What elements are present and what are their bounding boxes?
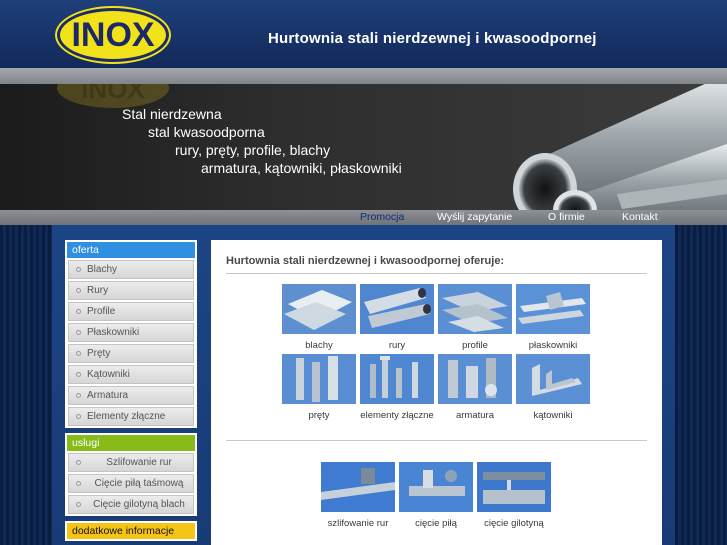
service-label: cięcie piłą bbox=[415, 518, 457, 529]
banner-line-1: Stal nierdzewna bbox=[122, 106, 222, 122]
product-label: blachy bbox=[305, 340, 333, 351]
site-title: Hurtownia stali nierdzewnej i kwasoodpor… bbox=[268, 30, 597, 47]
sidebar-uslugi-title: usługi bbox=[67, 435, 195, 451]
bullet-icon bbox=[76, 460, 81, 465]
top-navigation: Promocja Wyślij zapytanie O firmie Konta… bbox=[0, 210, 727, 225]
sidebar-oferta-title: oferta bbox=[67, 242, 195, 258]
service-ciecie-pila[interactable]: cięcie piłą bbox=[399, 462, 473, 529]
sidebar-item-label: Rury bbox=[87, 285, 109, 296]
main-content-panel: Hurtownia stali nierdzewnej i kwasoodpor… bbox=[211, 240, 662, 545]
sidebar-item-ciecie-gilotyna[interactable]: Cięcie gilotyną blach bbox=[68, 495, 194, 514]
sidebar-oferta-box: oferta Blachy Rury Profile Płaskowniki P… bbox=[65, 240, 197, 428]
divider bbox=[226, 440, 647, 441]
sidebar-item-prety[interactable]: Pręty bbox=[68, 344, 194, 363]
plaskowniki-image bbox=[516, 284, 590, 334]
header-divider-band bbox=[0, 68, 727, 84]
sidebar-item-label: Płaskowniki bbox=[87, 327, 140, 338]
product-label: rury bbox=[388, 340, 406, 351]
product-label: profile bbox=[462, 340, 488, 351]
inox-logo[interactable]: INOX bbox=[57, 8, 169, 62]
katowniki-image bbox=[516, 354, 590, 404]
sidebar-item-label: Kątowniki bbox=[87, 369, 130, 380]
elementy-zlaczne-image bbox=[360, 354, 434, 404]
service-label: cięcie gilotyną bbox=[484, 518, 544, 529]
bullet-icon bbox=[76, 309, 81, 314]
sidebar-item-blachy[interactable]: Blachy bbox=[68, 260, 194, 279]
ciecie-pila-image bbox=[399, 462, 473, 512]
product-label: płaskowniki bbox=[528, 340, 578, 351]
bullet-icon bbox=[76, 372, 81, 377]
sidebar-item-plaskowniki[interactable]: Płaskowniki bbox=[68, 323, 194, 342]
product-rury[interactable]: rury bbox=[360, 284, 434, 351]
divider bbox=[226, 273, 647, 274]
hero-banner: INOX Stal nierdzewna stal kwasoodporna r… bbox=[0, 84, 727, 210]
sidebar-extra-title[interactable]: dodatkowe informacje bbox=[67, 523, 195, 539]
service-label: szlifowanie rur bbox=[327, 518, 389, 529]
product-profile[interactable]: profile bbox=[438, 284, 512, 351]
szlifowanie-rur-image bbox=[321, 462, 395, 512]
nav-wyslij-zapytanie[interactable]: Wyślij zapytanie bbox=[437, 211, 512, 223]
bullet-icon bbox=[76, 414, 81, 419]
banner-line-3: rury, pręty, profile, blachy bbox=[175, 142, 331, 158]
sidebar-item-label: Elementy złączne bbox=[87, 411, 166, 422]
ciecie-gilotyna-image bbox=[477, 462, 551, 512]
sidebar-item-label: Cięcie gilotyną blach bbox=[93, 499, 185, 510]
rury-image bbox=[360, 284, 434, 334]
service-ciecie-gilotyna[interactable]: cięcie gilotyną bbox=[477, 462, 551, 529]
bullet-icon bbox=[76, 288, 81, 293]
sidebar-item-elementy-zlaczne[interactable]: Elementy złączne bbox=[68, 407, 194, 426]
sidebar-item-szlifowanie-rur[interactable]: Szlifowanie rur bbox=[68, 453, 194, 472]
main-heading: Hurtownia stali nierdzewnej i kwasoodpor… bbox=[226, 255, 505, 267]
bullet-icon bbox=[76, 481, 81, 486]
profile-image bbox=[438, 284, 512, 334]
sidebar-item-armatura[interactable]: Armatura bbox=[68, 386, 194, 405]
sidebar-item-label: Armatura bbox=[87, 390, 129, 401]
logo-reflection: INOX bbox=[57, 84, 169, 108]
sidebar-item-rury[interactable]: Rury bbox=[68, 281, 194, 300]
product-katowniki[interactable]: kątowniki bbox=[516, 354, 590, 421]
bullet-icon bbox=[76, 330, 81, 335]
sidebar-uslugi-box: usługi Szlifowanie rur Cięcie piłą taśmo… bbox=[65, 433, 197, 516]
nav-kontakt[interactable]: Kontakt bbox=[622, 211, 658, 223]
sidebar: oferta Blachy Rury Profile Płaskowniki P… bbox=[65, 240, 197, 545]
product-prety[interactable]: pręty bbox=[282, 354, 356, 421]
sidebar-item-label: Blachy bbox=[87, 264, 118, 275]
product-blachy[interactable]: blachy bbox=[282, 284, 356, 351]
prety-image bbox=[282, 354, 356, 404]
banner-line-2: stal kwasoodporna bbox=[148, 124, 265, 140]
bullet-icon bbox=[76, 351, 81, 356]
sidebar-item-ciecie-pila[interactable]: Cięcie piłą taśmową bbox=[68, 474, 194, 493]
blachy-image bbox=[282, 284, 356, 334]
nav-promocja[interactable]: Promocja bbox=[360, 211, 404, 223]
product-elementy-zlaczne[interactable]: elementy złączne bbox=[360, 354, 434, 421]
nav-o-firmie[interactable]: O firmie bbox=[548, 211, 585, 223]
armatura-image bbox=[438, 354, 512, 404]
sidebar-item-katowniki[interactable]: Kątowniki bbox=[68, 365, 194, 384]
sidebar-extra-box: dodatkowe informacje bbox=[65, 521, 197, 541]
service-szlifowanie-rur[interactable]: szlifowanie rur bbox=[321, 462, 395, 529]
bullet-icon bbox=[76, 267, 81, 272]
sidebar-item-label: Cięcie piłą taśmową bbox=[94, 478, 184, 489]
sidebar-item-profile[interactable]: Profile bbox=[68, 302, 194, 321]
product-label: elementy złączne bbox=[360, 410, 434, 421]
banner-line-4: armatura, kątowniki, płaskowniki bbox=[201, 160, 402, 176]
product-label: kątowniki bbox=[533, 410, 573, 421]
product-label: armatura bbox=[455, 410, 494, 421]
steel-pipes-image bbox=[513, 84, 727, 210]
bullet-icon bbox=[76, 502, 81, 507]
logo-text: INOX bbox=[71, 15, 155, 54]
product-label: pręty bbox=[308, 410, 330, 421]
sidebar-item-label: Pręty bbox=[87, 348, 111, 359]
sidebar-item-label: Szlifowanie rur bbox=[106, 457, 172, 468]
product-armatura[interactable]: armatura bbox=[438, 354, 512, 421]
product-plaskowniki[interactable]: płaskowniki bbox=[516, 284, 590, 351]
sidebar-item-label: Profile bbox=[87, 306, 116, 317]
bullet-icon bbox=[76, 393, 81, 398]
